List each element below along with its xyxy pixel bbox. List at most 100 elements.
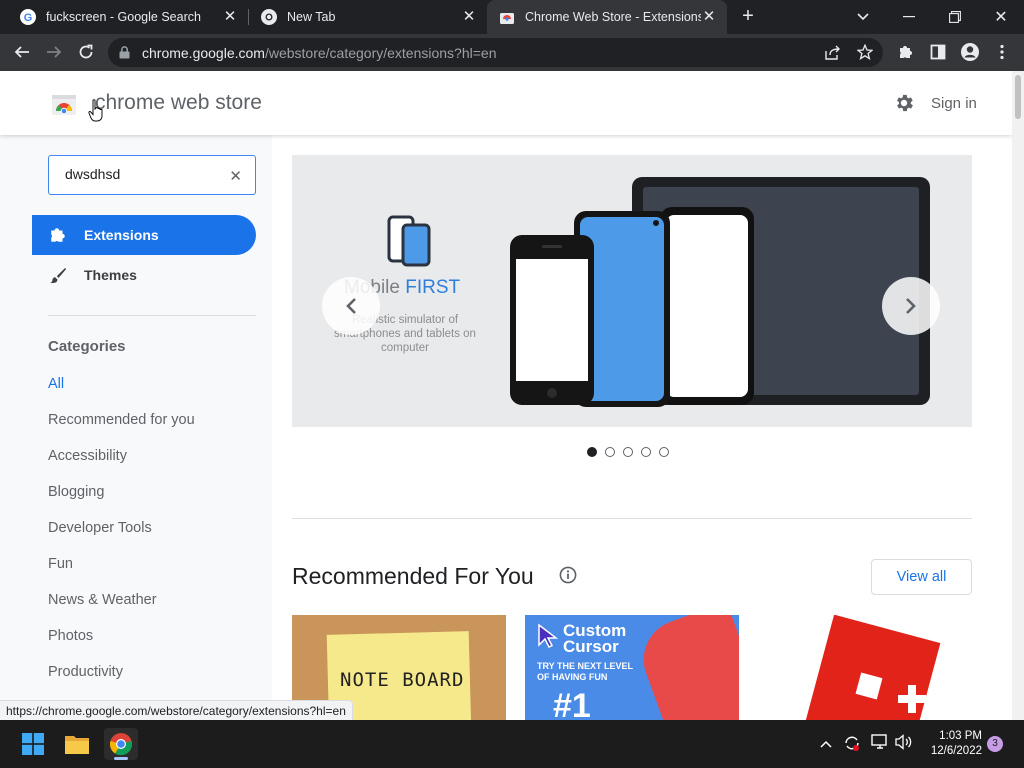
- web-store-favicon-icon: [499, 9, 515, 25]
- search-box: ✕: [48, 155, 256, 195]
- chevron-up-icon[interactable]: [820, 736, 832, 751]
- hero-carousel[interactable]: Mobile FIRST Realistic simulator of smar…: [292, 155, 972, 427]
- lock-icon[interactable]: [119, 46, 130, 64]
- folder-icon: [65, 736, 89, 754]
- profile-avatar-icon[interactable]: [958, 40, 982, 64]
- nav-item-extensions[interactable]: Extensions: [32, 215, 256, 255]
- reload-button[interactable]: [74, 40, 98, 64]
- category-productivity[interactable]: Productivity: [48, 664, 123, 680]
- close-window-button[interactable]: ✕: [978, 0, 1024, 34]
- volume-icon[interactable]: [895, 734, 913, 753]
- info-icon[interactable]: [559, 566, 577, 589]
- category-photos[interactable]: Photos: [48, 628, 93, 644]
- hand-cursor-icon: [88, 99, 104, 128]
- network-icon[interactable]: [871, 734, 889, 753]
- chrome-favicon-icon: [261, 9, 277, 25]
- menu-kebab-icon[interactable]: [990, 40, 1014, 64]
- carousel-next-button[interactable]: [882, 277, 940, 335]
- view-all-button[interactable]: View all: [871, 559, 972, 595]
- cws-header: chrome web store Sign in: [0, 71, 1012, 135]
- extension-card-roblox[interactable]: [758, 615, 972, 720]
- category-recommended[interactable]: Recommended for you: [48, 412, 195, 428]
- bookmark-star-icon[interactable]: [856, 43, 874, 65]
- tab-close-icon[interactable]: ✕: [701, 9, 717, 25]
- start-button[interactable]: [16, 728, 50, 760]
- search-input[interactable]: [65, 166, 215, 182]
- tab-google-search[interactable]: G fuckscreen - Google Search ✕: [8, 0, 248, 34]
- carousel-dot[interactable]: [605, 447, 615, 457]
- category-developer-tools[interactable]: Developer Tools: [48, 520, 152, 536]
- google-favicon-icon: G: [20, 9, 36, 25]
- url-path: /webstore/category/extensions?hl=en: [264, 45, 497, 61]
- tab-title: Chrome Web Store - Extensions: [525, 10, 701, 24]
- active-app-indicator: [114, 757, 128, 760]
- sidebar-divider: [48, 315, 256, 316]
- notification-badge[interactable]: 3: [987, 736, 1003, 752]
- tab-chrome-web-store[interactable]: Chrome Web Store - Extensions ✕: [487, 0, 727, 34]
- minimize-button[interactable]: [886, 0, 932, 34]
- carousel-prev-button[interactable]: [322, 277, 380, 335]
- url-host: chrome.google.com: [142, 45, 265, 61]
- category-accessibility[interactable]: Accessibility: [48, 448, 127, 464]
- restore-button[interactable]: [932, 0, 978, 34]
- extension-card-custom-cursor[interactable]: Custom Cursor TRY THE NEXT LEVEL OF HAVI…: [525, 615, 739, 720]
- share-icon[interactable]: [825, 45, 841, 65]
- nav-item-label: Themes: [84, 267, 137, 283]
- file-explorer-button[interactable]: [60, 728, 94, 760]
- categories-heading: Categories: [48, 338, 126, 355]
- scrollbar-thumb[interactable]: [1015, 75, 1021, 119]
- browser-tab-strip: G fuckscreen - Google Search ✕ New Tab ✕…: [0, 0, 1024, 34]
- category-all[interactable]: All: [48, 376, 64, 392]
- carousel-dots: [587, 447, 669, 457]
- windows-taskbar: 1:03 PM 12/6/2022 3: [0, 720, 1024, 768]
- sign-in-link[interactable]: Sign in: [931, 95, 977, 112]
- tab-close-icon[interactable]: ✕: [461, 9, 477, 25]
- clock-time: 1:03 PM: [939, 730, 982, 742]
- tab-title: fuckscreen - Google Search: [46, 10, 201, 24]
- page-title[interactable]: chrome web store: [95, 91, 262, 115]
- carousel-dot[interactable]: [641, 447, 651, 457]
- chevron-right-icon: [906, 298, 916, 314]
- sync-icon[interactable]: [843, 734, 861, 755]
- card-tagline: TRY THE NEXT LEVEL OF HAVING FUN: [537, 661, 633, 682]
- category-fun[interactable]: Fun: [48, 556, 73, 572]
- brush-icon: [48, 265, 68, 285]
- category-news-weather[interactable]: News & Weather: [48, 592, 157, 608]
- page-scrollbar[interactable]: [1012, 71, 1024, 720]
- taskbar-clock[interactable]: 1:03 PM 12/6/2022: [918, 729, 982, 759]
- sidebar: ✕ Extensions Themes Categories All Recom…: [0, 135, 272, 720]
- tab-search-icon[interactable]: [840, 0, 886, 34]
- extensions-puzzle-icon[interactable]: [894, 40, 918, 64]
- address-bar[interactable]: chrome.google.com/webstore/category/exte…: [108, 38, 883, 67]
- roblox-logo-icon: [805, 615, 941, 720]
- carousel-dot[interactable]: [623, 447, 633, 457]
- back-button[interactable]: [10, 40, 34, 64]
- carousel-dot[interactable]: [659, 447, 669, 457]
- nav-item-themes[interactable]: Themes: [32, 255, 256, 295]
- chevron-left-icon: [346, 298, 356, 314]
- chrome-taskbar-button[interactable]: [104, 728, 138, 760]
- mobile-devices-icon: [387, 215, 431, 272]
- forward-button[interactable]: [42, 40, 66, 64]
- chrome-web-store-logo-icon[interactable]: [52, 92, 76, 116]
- clock-date: 12/6/2022: [930, 745, 982, 757]
- chrome-icon: [109, 733, 133, 756]
- cursor-arrow-icon: [537, 623, 559, 654]
- card-badge: #1: [553, 687, 591, 720]
- card-label: NOTE BOARD: [340, 669, 465, 691]
- clear-search-icon[interactable]: ✕: [229, 167, 242, 185]
- puzzle-icon: [48, 225, 68, 245]
- hero-title-part2: FIRST: [405, 277, 461, 298]
- tab-title: New Tab: [287, 10, 336, 24]
- tab-close-icon[interactable]: ✕: [222, 9, 238, 25]
- section-divider: [292, 518, 972, 519]
- side-panel-icon[interactable]: [926, 40, 950, 64]
- devices-illustration: [510, 177, 930, 407]
- category-blogging[interactable]: Blogging: [48, 484, 104, 500]
- tab-new-tab[interactable]: New Tab ✕: [249, 0, 487, 34]
- new-tab-button[interactable]: +: [737, 5, 759, 27]
- browser-toolbar: chrome.google.com/webstore/category/exte…: [0, 34, 1024, 71]
- web-page: chrome web store Sign in ✕ Extensions Th…: [0, 71, 1012, 720]
- gear-icon[interactable]: [893, 92, 915, 119]
- carousel-dot[interactable]: [587, 447, 597, 457]
